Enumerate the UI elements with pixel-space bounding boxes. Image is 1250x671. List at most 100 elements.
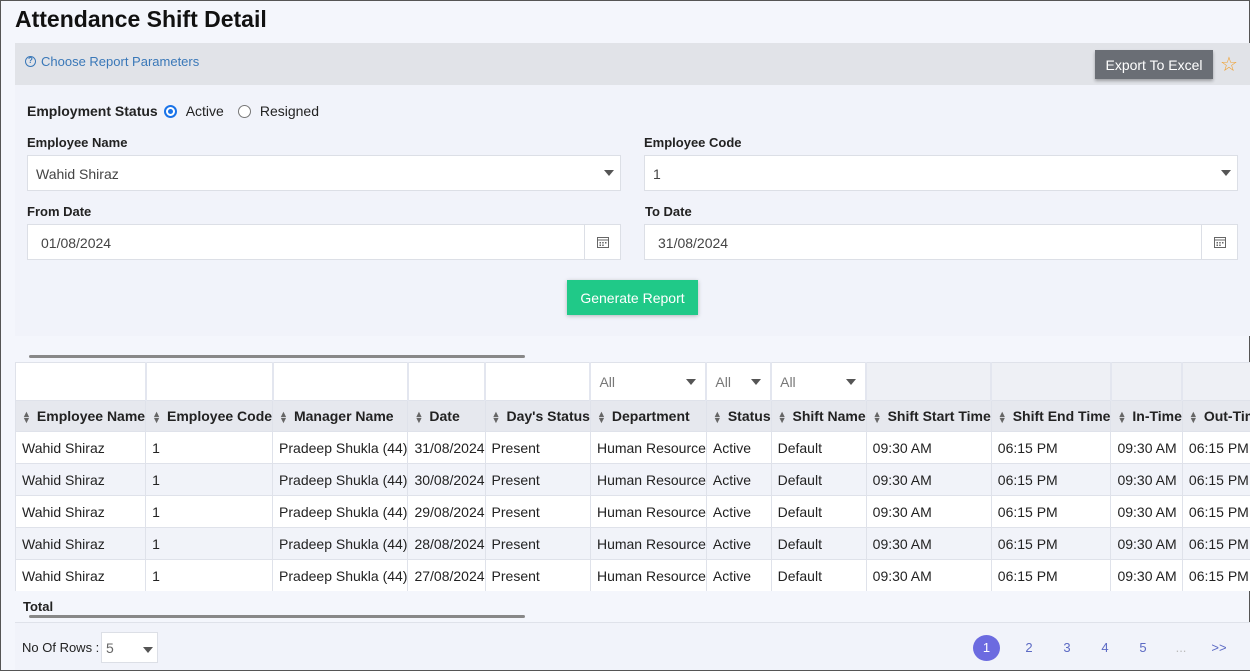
report-grid: All All All ▲ ▼ Employee Name ▲ ▼ Employ… [15,362,1250,591]
filter-cell [1181,362,1250,401]
column-header[interactable]: ▲ ▼ Day's Status [484,400,591,432]
page-button[interactable]: 4 [1086,635,1124,661]
column-header[interactable]: ▲▼ Out-Time [1181,400,1250,432]
filter-cell [1110,362,1184,401]
rows-per-page-value: 5 [106,640,114,656]
table-cell: Pradeep Shukla (44) [272,495,409,528]
column-header-label: Shift Name [792,408,866,424]
table-cell: Wahid Shiraz [15,463,147,496]
column-header[interactable]: ▲ ▼ Shift End Time [990,400,1112,432]
from-date-value: 01/08/2024 [41,235,112,251]
employee-name-select[interactable]: Wahid Shiraz [27,155,621,191]
status-resigned-radio[interactable] [237,104,251,118]
table-cell: 09:30 AM [865,495,992,528]
filter-cell: All [705,362,773,401]
calendar-icon[interactable] [1201,225,1237,259]
column-header[interactable]: ▲ ▼ Status [705,400,772,432]
horizontal-scrollbar-bottom[interactable] [29,615,525,618]
rows-per-page-label: No Of Rows : [22,640,100,655]
export-to-excel-button[interactable]: Export To Excel [1095,50,1213,79]
status-active-radio[interactable] [163,104,177,118]
page-button[interactable]: 3 [1048,635,1086,661]
employee-name-value: Wahid Shiraz [36,166,119,182]
page-button[interactable]: 1 [973,635,1000,661]
pagination-ellipsis: ... [1175,640,1187,655]
table-cell: 1 [145,431,274,464]
table-cell: Default [770,495,867,528]
column-header[interactable]: ▲ ▼ Shift Name [770,400,867,432]
table-cell: 1 [145,559,274,591]
from-date-input[interactable]: 01/08/2024 [27,224,621,260]
column-header-label: Department [611,408,690,424]
table-cell: 09:30 AM [865,431,992,464]
page-button[interactable]: 2 [1010,635,1048,661]
table-row: Wahid Shiraz 1 Pradeep Shukla (44) 29/08/20… [15,495,1250,528]
table-cell: Human Resource [589,527,707,560]
table-cell: Wahid Shiraz [15,431,147,464]
column-header[interactable]: ▲ ▼ Date [407,400,486,432]
table-cell: Wahid Shiraz [15,559,147,591]
filter-cell [145,362,274,401]
table-cell: Pradeep Shukla (44) [272,463,409,496]
table-cell: 09:30 AM [1110,463,1183,496]
column-header[interactable]: ▲ ▼ Employee Name [15,400,147,432]
table-cell: 29/08/2024 [407,495,486,528]
column-header[interactable]: ▲ ▼ Department [589,400,707,432]
shift-name-filter-value: All [780,373,796,390]
rows-per-page-select[interactable]: 5 [101,632,158,663]
department-filter-select[interactable]: All [591,364,704,400]
table-row: Wahid Shiraz 1 Pradeep Shukla (44) 30/08/20… [15,463,1250,496]
sort-icon: ▲ ▼ [997,409,1007,426]
table-cell: 06:15 PM [990,463,1112,496]
table-cell: 30/08/2024 [407,463,486,496]
status-filter-value: All [715,373,731,390]
table-cell: Human Resource [589,463,707,496]
table-cell: 09:30 AM [1110,495,1183,528]
table-cell: Pradeep Shukla (44) [272,431,409,464]
page-title: Attendance Shift Detail [15,6,267,32]
column-header-label: Date [429,408,460,424]
table-cell: 06:15 PM [990,527,1112,560]
question-icon: ? [25,56,36,67]
column-header-label: Shift Start Time [887,408,991,424]
page-button[interactable]: 5 [1124,635,1162,661]
column-header[interactable]: ▲ ▼ Shift Start Time [865,400,992,432]
choose-parameters-label: Choose Report Parameters [41,54,200,69]
table-cell: Present [484,495,591,528]
choose-parameters-toggle[interactable]: ? Choose Report Parameters [25,54,199,69]
table-cell: 1 [145,527,274,560]
table-cell: Present [484,527,591,560]
table-cell: 09:30 AM [865,559,992,591]
filter-cell: All [770,362,868,401]
column-header-label: Employee Name [36,408,146,424]
chevron-down-icon [1221,170,1231,176]
sort-icon: ▲ ▼ [872,409,882,426]
table-cell: Present [484,559,591,591]
table-cell: 09:30 AM [1110,527,1183,560]
report-parameters-form: Employment Status Active Resigned Employ… [15,85,1250,336]
horizontal-scrollbar-top[interactable] [29,355,525,358]
favorite-star-icon[interactable]: ☆ [1220,52,1238,77]
report-table: All All All ▲ ▼ Employee Name ▲ ▼ Employ… [15,362,1250,591]
column-header[interactable]: ▲ ▼ In-Time [1110,400,1183,432]
table-cell: 28/08/2024 [407,527,486,560]
table-cell: Active [705,559,772,591]
employee-code-select[interactable]: 1 [644,155,1238,191]
generate-report-button[interactable]: Generate Report [567,280,698,315]
employment-status-group: Employment Status Active Resigned [27,103,333,119]
sort-icon: ▲ ▼ [279,409,288,426]
next-pages-button[interactable]: >> [1200,635,1238,661]
sort-icon: ▲ ▼ [596,409,606,426]
status-resigned-label: Resigned [259,103,319,119]
sort-icon: ▲ ▼ [491,409,501,426]
shift-name-filter-select[interactable]: All [772,364,864,400]
calendar-icon[interactable] [584,225,620,259]
column-header[interactable]: ▲ ▼ Employee Code [145,400,274,432]
table-cell: 06:15 PM [990,559,1112,591]
table-cell: 06:15 PM [1181,495,1250,528]
department-filter-value: All [599,373,616,390]
to-date-input[interactable]: 31/08/2024 [644,224,1238,260]
column-header[interactable]: ▲ ▼ Manager Name [272,400,409,432]
status-filter-select[interactable]: All [707,364,769,400]
employment-status-label: Employment Status [27,103,158,119]
